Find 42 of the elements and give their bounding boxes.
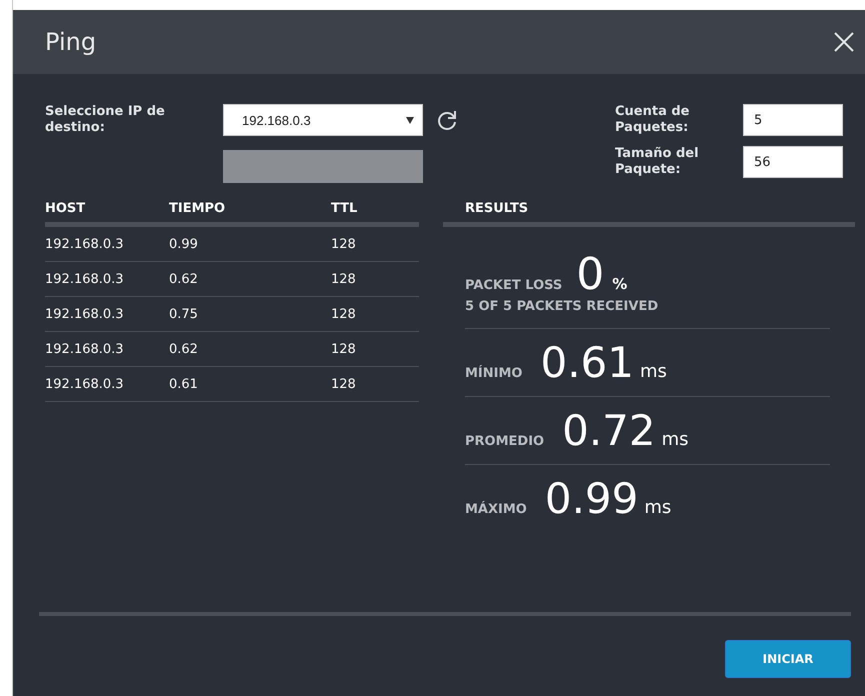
results-heading: RESULTS [465,200,528,216]
table-cell-text: 192.168.0.3 [45,306,125,322]
stat-unit: ms [640,361,667,382]
column-header: HOST [45,200,86,216]
field-label: Cuenta de Paquetes: [615,104,691,136]
table-cell-text: 128 [331,342,357,356]
stat-value: 0.99 [544,473,638,525]
stat-label: MÍNIMO [465,366,522,381]
table-cell-text: 128 [331,236,357,252]
refresh-icon[interactable] [435,108,459,132]
table-cell-text: 128 [331,376,357,392]
field-label: Seleccione IP de destino: [45,104,166,137]
field-label: Tamaño del Paquete: [615,146,700,178]
received-text: 5 OF 5 PACKETS RECEIVED [465,299,830,329]
close-icon[interactable] [833,31,855,53]
stat-value: 0 [576,251,604,299]
stat-value: 0.61 [540,337,634,389]
stat-label: PACKET LOSS [465,278,562,293]
ip-select[interactable]: 192.168.0.3 [223,104,423,136]
column-header: TIEMPO [169,200,226,216]
table-cell-text: 0.61 [169,376,199,392]
stat-label: PROMEDIO [465,434,544,449]
packet-count-field[interactable]: 5 [743,104,843,136]
stat-unit: ms [662,429,689,450]
column-header: TTL [331,200,358,216]
table-cell-text: 192.168.0.3 [45,342,125,356]
dialog-title: Ping [45,28,96,56]
stat-unit: ms [644,497,672,518]
table-cell-text: 192.168.0.3 [45,272,125,286]
table-cell-text: 0.75 [169,306,199,322]
stat-unit: % [612,275,628,293]
stat-value: 0.72 [562,405,656,457]
table-cell-text: 0.62 [169,342,199,356]
table-cell-text: 0.62 [169,272,199,286]
stat-label: MÁXIMO [465,502,527,517]
table-cell-text: 0.99 [169,236,199,252]
packet-size-field[interactable]: 56 [743,146,843,178]
caret-icon [406,116,414,124]
table-cell-text: 192.168.0.3 [45,376,125,392]
table-cell-text: 192.168.0.3 [45,236,125,252]
table-cell-text: 128 [331,306,357,322]
table-cell-text: 128 [331,272,357,286]
